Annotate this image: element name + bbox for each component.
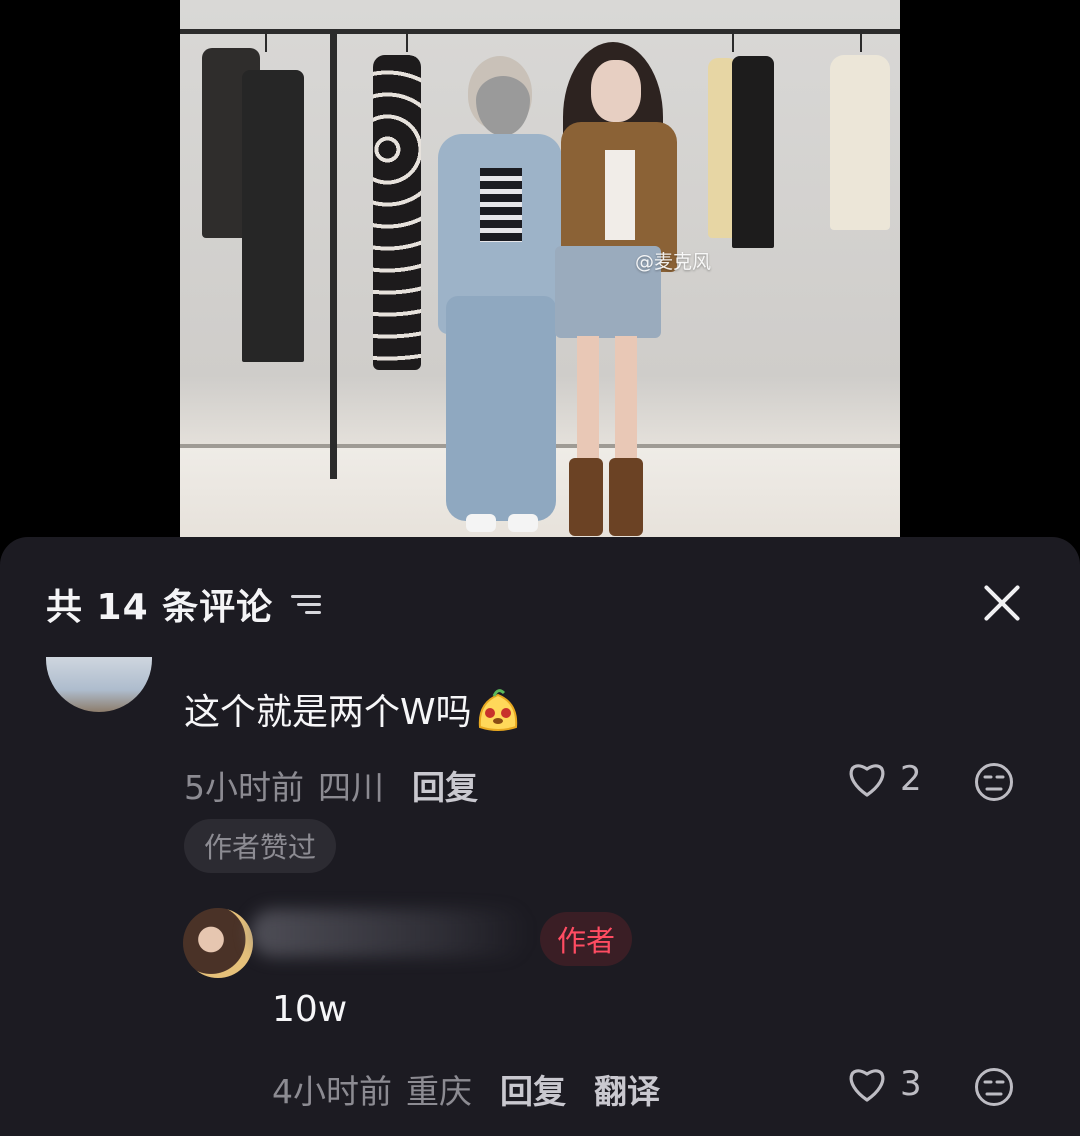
reply-like-button[interactable]: 3	[846, 1064, 922, 1104]
right-person	[555, 40, 681, 537]
left-person	[432, 56, 568, 536]
reply-button[interactable]: 回复	[412, 761, 478, 809]
close-button[interactable]	[976, 577, 1028, 629]
meh-face-icon	[975, 763, 1013, 801]
comment-text: 这个就是两个W吗	[184, 683, 522, 742]
pudding-emoji-icon	[474, 687, 522, 742]
commenter-avatar[interactable]	[46, 657, 152, 712]
hanger	[732, 30, 734, 52]
hanger	[265, 30, 267, 52]
reply-button[interactable]: 回复	[500, 1065, 566, 1113]
reply-time: 4小时前	[272, 1072, 392, 1111]
reply-author-name-blurred[interactable]	[250, 909, 530, 957]
heart-icon	[849, 1069, 885, 1102]
reply-like-count: 3	[900, 1064, 922, 1104]
comment-time: 5小时前	[184, 768, 304, 807]
post-photo[interactable]: @麦克风	[180, 0, 900, 537]
comment-meta: 5小时前 四川 回复	[184, 761, 478, 809]
author-tag: 作者	[540, 912, 633, 966]
dislike-button[interactable]	[974, 762, 1014, 802]
hanger	[860, 30, 862, 52]
comment-location: 四川	[318, 768, 384, 807]
reply-text: 10w	[272, 989, 348, 1030]
author-liked-badge: 作者赞过	[184, 819, 337, 873]
comments-header: 共 14 条评论	[46, 579, 325, 629]
comment-text-content: 这个就是两个W吗	[184, 692, 472, 733]
reply-dislike-button[interactable]	[974, 1067, 1014, 1107]
reply-meta: 4小时前 重庆 回复 翻译	[272, 1065, 660, 1113]
black-trousers	[242, 70, 304, 362]
floral-dress	[373, 55, 421, 370]
face-censor-heart	[476, 76, 530, 136]
heart-icon	[849, 764, 885, 797]
comments-count-title: 共 14 条评论	[46, 587, 274, 628]
translate-button[interactable]: 翻译	[594, 1065, 660, 1113]
comments-sheet: 共 14 条评论 这个就是两个W吗 5小时前 四川 回复 2 作者赞过 作者 1…	[0, 537, 1080, 1136]
cream-shirt	[830, 55, 890, 230]
hanger	[406, 30, 408, 52]
like-count: 2	[900, 759, 922, 799]
meh-face-icon	[975, 1068, 1013, 1106]
reply-author-avatar[interactable]	[183, 908, 253, 978]
reply-location: 重庆	[406, 1072, 472, 1111]
rail-post	[330, 29, 337, 479]
clothes-rail	[180, 29, 900, 34]
sort-icon[interactable]	[289, 589, 325, 619]
like-button[interactable]: 2	[846, 759, 922, 799]
photo-watermark: @麦克风	[635, 251, 712, 273]
black-top	[732, 56, 774, 248]
